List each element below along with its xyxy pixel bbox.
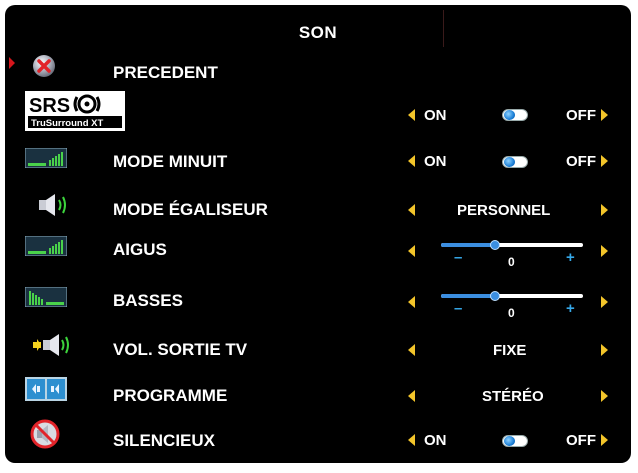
menu-title: SON xyxy=(298,23,338,42)
right-arrow-icon[interactable] xyxy=(601,434,608,446)
menu-row-srs[interactable]: SRS TruSurround XT ON OFF xyxy=(5,89,631,135)
speaker-output-icon xyxy=(33,332,73,363)
menu-row-vol-sortie-tv[interactable]: VOL. SORTIE TV FIXE xyxy=(5,323,631,369)
back-cancel-icon xyxy=(29,53,59,84)
minus-sign: – xyxy=(454,300,463,317)
toggle-knob xyxy=(504,157,515,167)
header-divider xyxy=(443,10,444,47)
off-label: OFF xyxy=(566,107,596,124)
speaker-icon xyxy=(37,192,69,223)
bass-slider-knob[interactable] xyxy=(490,291,500,301)
tv-output-volume-value: FIXE xyxy=(493,342,527,359)
srs-toggle[interactable] xyxy=(502,109,528,121)
right-arrow-icon[interactable] xyxy=(601,204,608,216)
right-arrow-icon[interactable] xyxy=(601,296,608,308)
bass-value: 0 xyxy=(508,306,515,320)
row-label: BASSES xyxy=(113,291,183,310)
program-value: STÉRÉO xyxy=(482,388,544,405)
toggle-knob xyxy=(504,436,515,446)
right-arrow-icon[interactable] xyxy=(601,344,608,356)
treble-slider-fill xyxy=(441,243,495,247)
off-label: OFF xyxy=(566,153,596,170)
srs-logo-subtext: TruSurround XT xyxy=(31,118,104,129)
left-arrow-icon[interactable] xyxy=(408,204,415,216)
sound-menu-panel: SON PRECEDENT SRS TruSurround XT ON OFF … xyxy=(5,5,631,463)
right-arrow-icon[interactable] xyxy=(601,245,608,257)
bass-slider-fill xyxy=(441,294,495,298)
srs-logo-text: SRS xyxy=(29,95,70,117)
row-label: SILENCIEUX xyxy=(113,431,216,450)
left-arrow-icon[interactable] xyxy=(408,390,415,402)
on-label: ON xyxy=(424,153,447,170)
menu-row-aigus[interactable]: AIGUS – 0 + xyxy=(5,223,631,269)
mode-minuit-toggle[interactable] xyxy=(502,156,528,168)
left-arrow-icon[interactable] xyxy=(408,434,415,446)
equalizer-bars-icon xyxy=(24,147,68,173)
left-arrow-icon[interactable] xyxy=(408,245,415,257)
right-arrow-icon[interactable] xyxy=(601,109,608,121)
row-label: PROGRAMME xyxy=(113,386,228,405)
row-label: AIGUS xyxy=(113,240,167,259)
equalizer-mode-value: PERSONNEL xyxy=(457,202,551,219)
srs-trusurround-logo: SRS TruSurround XT xyxy=(25,91,125,136)
right-arrow-icon[interactable] xyxy=(601,390,608,402)
menu-row-basses[interactable]: BASSES – 0 + xyxy=(5,274,631,320)
plus-sign: + xyxy=(566,249,575,266)
off-label: OFF xyxy=(566,432,596,449)
program-stereo-icon xyxy=(25,377,67,406)
menu-row-mode-minuit[interactable]: MODE MINUIT ON OFF xyxy=(5,135,631,181)
row-label: VOL. SORTIE TV xyxy=(113,340,248,359)
row-label: MODE MINUIT xyxy=(113,152,228,171)
minus-sign: – xyxy=(454,249,463,266)
plus-sign: + xyxy=(566,300,575,317)
left-arrow-icon[interactable] xyxy=(408,155,415,167)
mute-icon xyxy=(29,418,61,455)
menu-row-silencieux[interactable]: SILENCIEUX ON OFF xyxy=(5,415,631,461)
on-label: ON xyxy=(424,107,447,124)
bass-bars-icon xyxy=(24,286,68,312)
left-arrow-icon[interactable] xyxy=(408,344,415,356)
treble-value: 0 xyxy=(508,255,515,269)
on-label: ON xyxy=(424,432,447,449)
toggle-knob xyxy=(504,110,515,120)
menu-row-programme[interactable]: PROGRAMME STÉRÉO xyxy=(5,369,631,415)
menu-row-precedent[interactable]: PRECEDENT xyxy=(5,47,631,93)
left-arrow-icon[interactable] xyxy=(408,109,415,121)
right-arrow-icon[interactable] xyxy=(601,155,608,167)
treble-slider-knob[interactable] xyxy=(490,240,500,250)
row-label: PRECEDENT xyxy=(113,63,218,82)
treble-bars-icon xyxy=(24,235,68,261)
mute-toggle[interactable] xyxy=(502,435,528,447)
row-label: MODE ÉGALISEUR xyxy=(113,200,268,219)
left-arrow-icon[interactable] xyxy=(408,296,415,308)
